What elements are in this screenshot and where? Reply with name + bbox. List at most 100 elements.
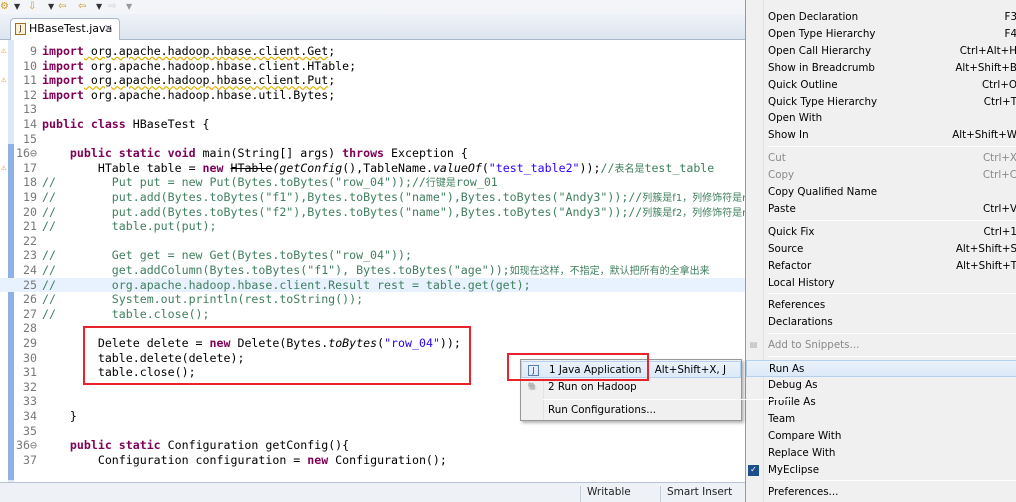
code-line[interactable]: 15 — [0, 132, 745, 147]
last-edit-icon[interactable]: ⇦ — [58, 1, 66, 12]
menu-item-run-as[interactable]: Run As — [746, 360, 1016, 378]
menu-separator — [768, 293, 1016, 295]
line-number: 24 — [23, 263, 37, 277]
code-line[interactable]: 36⊖ public static Configuration getConfi… — [0, 438, 745, 453]
code-token: Configuration(); — [328, 452, 447, 467]
code-line[interactable]: ⚠ 11 import org.apache.hadoop.hbase.client… — [0, 73, 745, 88]
menu-item-label: Source — [768, 242, 804, 255]
code-line[interactable]: 16⊖ public static void main(String[] arg… — [0, 146, 745, 161]
line-number: 28 — [23, 321, 37, 336]
menu-item-refactor[interactable]: Refactor Alt+Shift+T — [746, 258, 1016, 275]
menu-item-shortcut: Ctrl+X — [982, 152, 1016, 165]
menu-item-label: Refactor — [768, 259, 812, 272]
menu-item-declarations[interactable]: Declarations — [746, 314, 1016, 331]
code-line[interactable]: 25 // org.apache.hadoop.hbase.client.Resu… — [0, 277, 745, 293]
line-number: 31 — [23, 365, 37, 380]
code-line[interactable]: 18 // Put put = new Put(Bytes.toBytes("ro… — [0, 175, 745, 190]
line-number: 17 — [23, 160, 37, 175]
menu-item-open-with[interactable]: Open With — [746, 110, 1016, 127]
code-token: import — [42, 87, 84, 102]
code-token: public static void — [69, 146, 196, 161]
code-line[interactable]: 10 import org.apache.hadoop.hbase.client.… — [0, 59, 745, 74]
code-line[interactable]: 19 // put.add(Bytes.toBytes("f1"),Bytes.t… — [0, 190, 745, 205]
code-line[interactable]: 14 public class HBaseTest { — [0, 117, 745, 132]
code-token: // table.put(put); — [42, 219, 217, 234]
menu-item-quick-type-hierarchy[interactable]: Quick Type Hierarchy Ctrl+T — [746, 94, 1016, 111]
menu-item-run-configurations[interactable]: Run Configurations... — [521, 402, 741, 419]
warning-icon[interactable]: ⚠ — [1, 44, 6, 59]
menu-item-references[interactable]: References — [746, 297, 1016, 314]
code-text: import org.apache.hadoop.hbase.util.Byte… — [42, 88, 335, 103]
menu-item-shortcut: Ctrl+Alt+H — [959, 44, 1016, 57]
menu-separator — [768, 146, 1016, 148]
menu-item-quick-outline[interactable]: Quick Outline Ctrl+O — [746, 77, 1016, 94]
warning-icon[interactable]: ⚠ — [1, 161, 6, 176]
code-line[interactable]: ⚠ 9 import org.apache.hadoop.hbase.client.… — [0, 44, 745, 59]
chevron-down-icon[interactable]: ▼ — [48, 2, 54, 11]
code-text: public static Configuration getConfig(){ — [42, 438, 349, 453]
line-number: 18 — [23, 175, 37, 190]
menu-item-preferences[interactable]: Preferences... — [746, 484, 1016, 501]
menu-item-show-in-breadcrumb[interactable]: Show in Breadcrumb Alt+Shift+B — [746, 60, 1016, 77]
code-token: 表名是 — [614, 163, 645, 175]
editor-tab[interactable]: J HBaseTest.java ✕ — [10, 18, 120, 40]
code-line[interactable]: 35 — [0, 424, 745, 439]
code-token: // put.add(Bytes.toBytes("f1"),Bytes.toB… — [42, 190, 643, 204]
external-tools-icon[interactable]: ⇩ — [28, 1, 36, 12]
menu-item-shortcut: Ctrl+T — [983, 95, 1016, 108]
code-line[interactable]: ⚠ 17 HTable table = new HTable(getConfig(… — [0, 161, 745, 176]
close-icon[interactable]: ✕ — [104, 22, 113, 35]
menu-item-copy-qualified-name[interactable]: Copy Qualified Name — [746, 184, 1016, 201]
code-line[interactable]: 20 // put.add(Bytes.toBytes("f2"),Bytes.t… — [0, 205, 745, 220]
code-token: org.apache.hadoop.hbase.client.Put — [83, 73, 329, 88]
run-icon[interactable]: ⚙ — [0, 1, 9, 12]
chevron-down-icon: ▼ — [126, 2, 133, 11]
code-text: import org.apache.hadoop.hbase.client.Pu… — [42, 73, 335, 88]
code-line[interactable]: 22 — [0, 234, 745, 249]
menu-item-open-declaration[interactable]: Open Declaration F3 — [746, 9, 1016, 26]
menu-item-debug-as[interactable]: Debug As — [746, 377, 1016, 394]
menu-item-show-in[interactable]: Show In Alt+Shift+W — [746, 127, 1016, 144]
code-line[interactable]: 23 // Get get = new Get(Bytes.toBytes("ro… — [0, 248, 745, 263]
line-number: 9 — [30, 44, 37, 58]
menu-item-compare-with[interactable]: Compare With — [746, 428, 1016, 445]
line-number: 14 — [23, 117, 37, 131]
menu-item-local-history[interactable]: Local History — [746, 275, 1016, 292]
menu-item-shortcut: F3 — [1004, 11, 1016, 23]
line-number: 15 — [23, 131, 37, 146]
code-line[interactable]: 12 import org.apache.hadoop.hbase.util.By… — [0, 88, 745, 103]
menu-item-open-call-hierarchy[interactable]: Open Call Hierarchy Ctrl+Alt+H — [746, 43, 1016, 60]
menu-item-profile-as[interactable]: Profile As — [746, 394, 1016, 411]
menu-item-2-run-on-hadoop[interactable]: 🐘 2 Run on Hadoop — [521, 379, 741, 396]
back-icon[interactable]: ⇦ — [78, 1, 86, 12]
code-line[interactable]: 13 — [0, 102, 745, 117]
line-number: 25 — [23, 277, 37, 292]
code-line[interactable]: 27 // table.close(); — [0, 307, 745, 322]
menu-item-team[interactable]: Team — [746, 411, 1016, 428]
code-token: import — [42, 73, 84, 88]
code-line[interactable]: 37 Configuration configuration = new Con… — [0, 453, 745, 468]
code-line[interactable]: 26 // System.out.println(rest.toString())… — [0, 292, 745, 307]
myeclipse-icon: ✓ — [748, 464, 759, 476]
code-line[interactable]: 24 // get.addColumn(Bytes.toBytes("f1"), … — [0, 263, 745, 278]
chevron-down-icon[interactable]: ▼ — [96, 2, 102, 11]
chevron-down-icon[interactable]: ▼ — [14, 2, 20, 11]
line-number: 21 — [23, 219, 37, 234]
code-token: 行键是 — [425, 178, 456, 190]
menu-item-quick-fix[interactable]: Quick Fix Ctrl+1 — [746, 224, 1016, 241]
annotation-box-delete-code — [83, 326, 471, 385]
menu-item-replace-with[interactable]: Replace With — [746, 445, 1016, 462]
code-line[interactable]: 21 // table.put(put); — [0, 219, 745, 234]
code-text: // table.put(put); — [42, 219, 217, 234]
menu-item-myeclipse[interactable]: ✓ MyEclipse — [746, 462, 1016, 479]
menu-item-label: Quick Fix — [768, 225, 815, 238]
warning-icon[interactable]: ⚠ — [1, 73, 6, 88]
line-number: 29 — [23, 336, 37, 350]
menu-item-source[interactable]: Source Alt+Shift+S — [746, 241, 1016, 258]
menu-item-paste[interactable]: Paste Ctrl+V — [746, 201, 1016, 218]
code-token: test_table — [644, 160, 715, 175]
status-insert-mode: Smart Insert — [660, 486, 738, 502]
line-number: 11 — [23, 73, 37, 88]
menu-item-label: Preferences... — [768, 486, 839, 499]
menu-item-open-type-hierarchy[interactable]: Open Type Hierarchy F4 — [746, 26, 1016, 43]
